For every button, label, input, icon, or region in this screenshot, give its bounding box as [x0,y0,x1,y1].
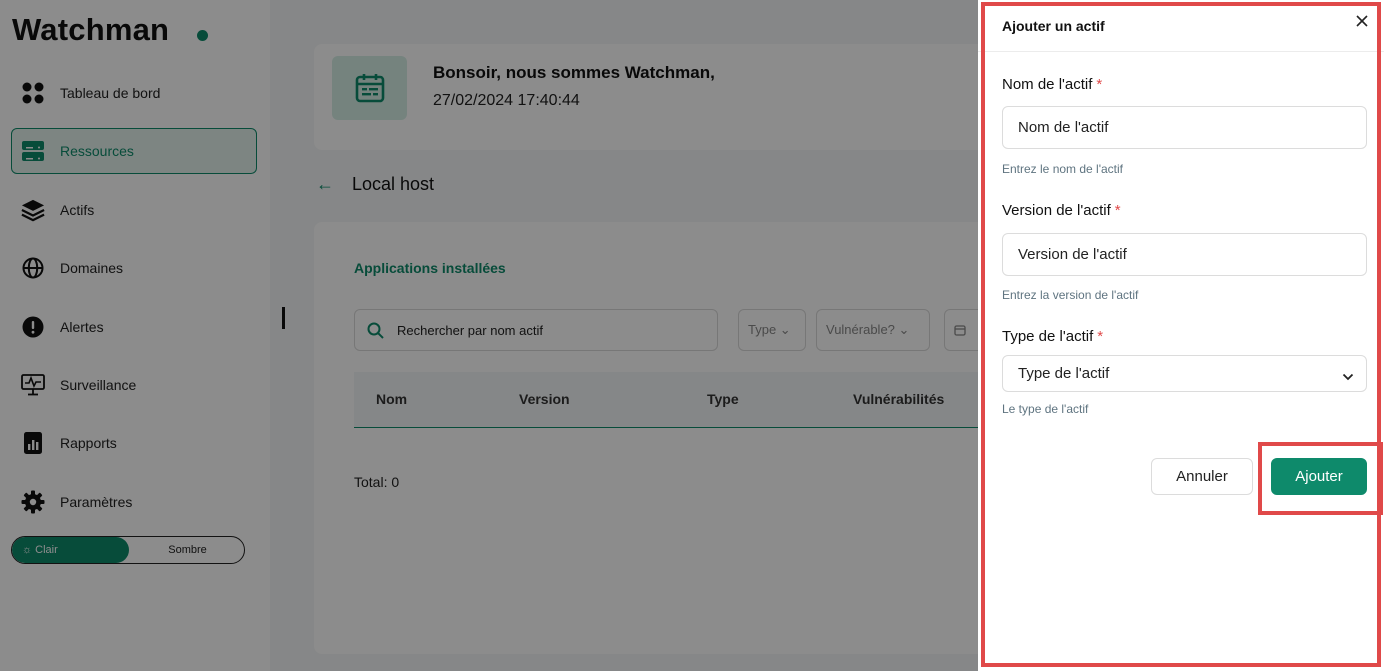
asset-type-label-text: Type de l'actif [1002,328,1094,345]
asset-version-label-text: Version de l'actif [1002,202,1111,219]
app-root: Watchman Tableau de bord Ressources Acti… [0,0,1384,671]
required-marker: * [1097,328,1104,345]
drawer-title: Ajouter un actif [1002,18,1105,34]
asset-name-label: Nom de l'actif * [1002,76,1102,93]
chevron-down-icon [1342,368,1354,386]
asset-name-input[interactable] [1002,106,1367,149]
cancel-button[interactable]: Annuler [1151,458,1253,495]
asset-type-help: Le type de l'actif [1002,402,1089,416]
asset-name-label-text: Nom de l'actif [1002,76,1093,93]
drawer-header: Ajouter un actif [978,0,1384,52]
add-asset-drawer: Ajouter un actif Nom de l'actif* Entrez … [978,0,1384,671]
required-marker: * [1096,76,1103,93]
add-button[interactable]: Ajouter [1271,458,1367,495]
asset-version-label: Version de l'actif * [1002,202,1121,219]
required-marker: * [1114,202,1121,219]
close-button[interactable] [1356,14,1372,30]
asset-name-help: Entrez le nom de l'actif [1002,162,1124,176]
asset-type-select-value: Type de l'actif [1018,365,1110,382]
asset-version-help: Entrez la version de l'actif [1002,288,1139,302]
close-icon [1356,15,1368,27]
asset-version-input[interactable] [1002,233,1367,276]
asset-type-select[interactable]: Type de l'actif [1002,355,1367,392]
asset-type-label: Type de l'actif * [1002,328,1103,345]
